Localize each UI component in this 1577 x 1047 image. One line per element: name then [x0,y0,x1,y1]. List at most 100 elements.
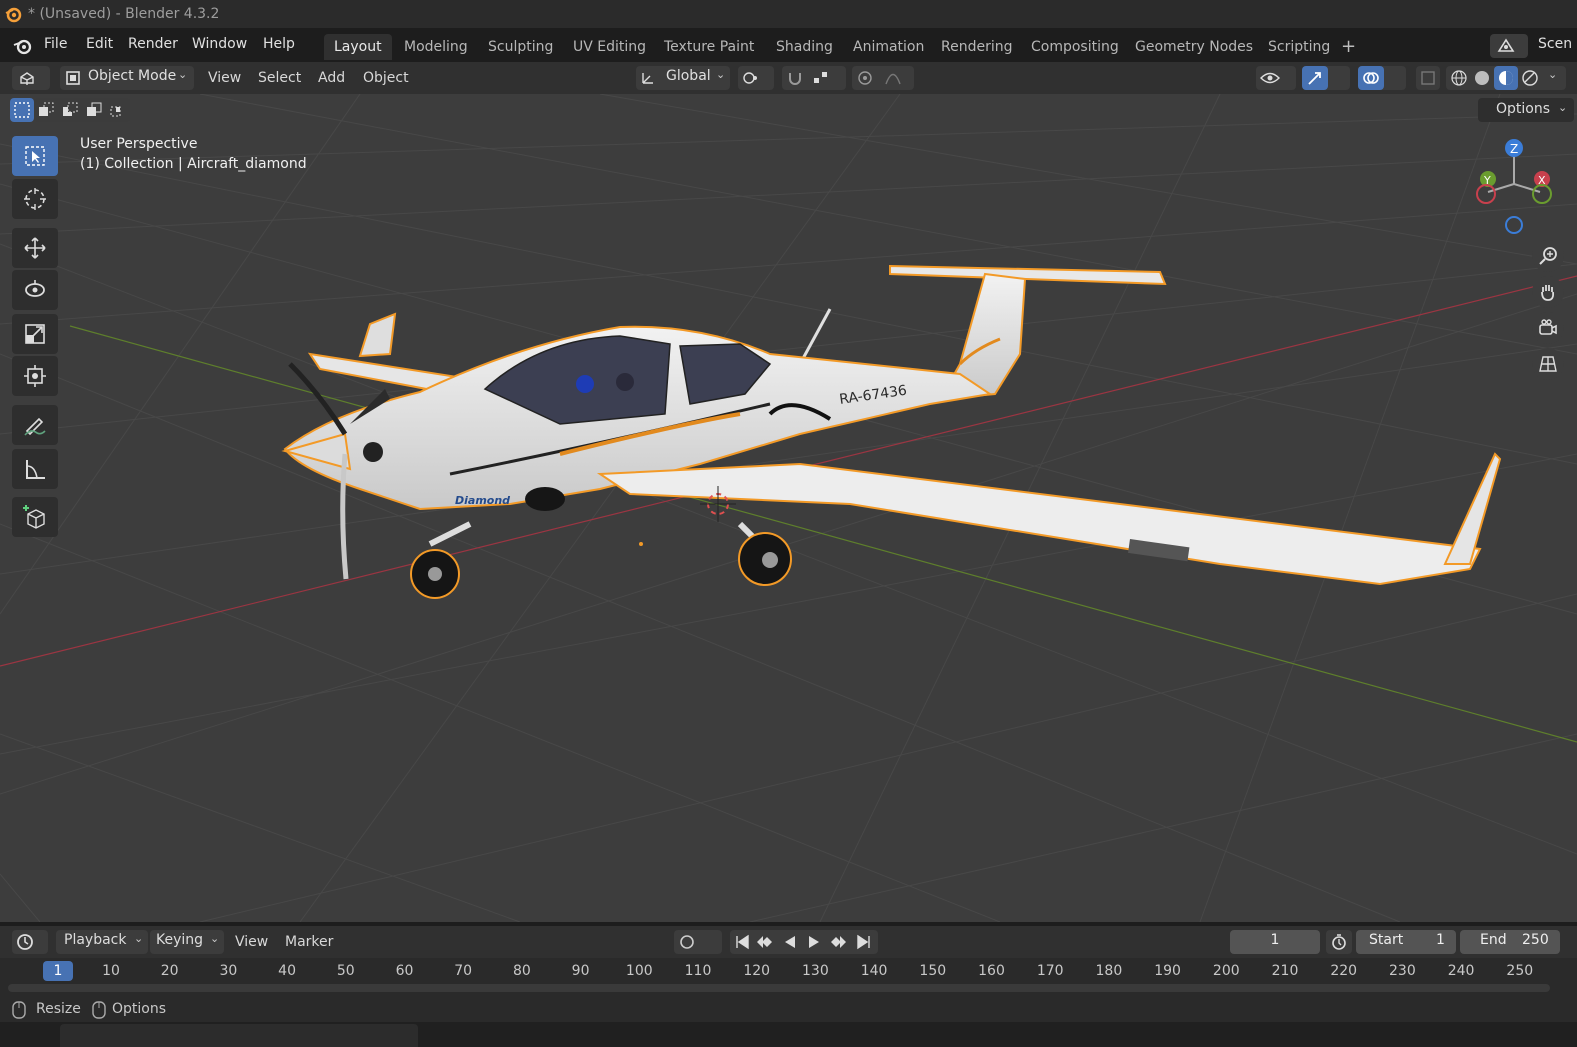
rendered-shading-icon[interactable] [1521,69,1539,87]
editor-type-button[interactable] [12,66,50,90]
select-intersect-icon[interactable] [110,102,126,118]
annotate-tool[interactable] [12,405,58,445]
end-frame-value: 250 [1522,932,1549,948]
timeline-scrollbar[interactable] [8,984,1550,992]
frame-tick: 70 [454,963,473,979]
timeline-editor-type-button[interactable] [12,930,48,954]
play-icon[interactable] [806,934,822,950]
snap-button[interactable] [782,66,846,90]
tab-animation[interactable]: Animation [843,34,934,60]
menu-help[interactable]: Help [263,36,295,52]
frame-tick: 20 [160,963,179,979]
rotate-tool[interactable] [12,270,58,310]
select-extend-icon[interactable] [38,102,54,118]
add-workspace-icon[interactable]: + [1341,36,1356,57]
options-dropdown[interactable]: Options ⌄ [1478,98,1574,122]
proportional-editing-button[interactable] [852,66,914,90]
tab-texture-paint[interactable]: Texture Paint [654,34,764,60]
tab-rendering[interactable]: Rendering [931,34,1023,60]
auto-keying-button[interactable] [674,930,722,954]
measure-tool[interactable] [12,449,58,489]
scene-name[interactable]: Scen [1538,36,1572,52]
chevron-down-icon: ⌄ [210,932,220,945]
timeline-menu-view[interactable]: View [235,931,268,953]
aircraft-brand-label: Diamond [455,494,510,507]
keying-menu[interactable]: Keying ⌄ [150,930,224,954]
viewport-menu-view[interactable]: View [208,67,241,89]
jump-to-keyframe-forward-icon[interactable] [828,934,848,950]
frame-tick: 1 [53,963,63,979]
camera-view-button[interactable] [1532,312,1564,344]
select-new-button[interactable] [10,98,34,122]
play-reverse-icon[interactable] [782,934,798,950]
scale-tool[interactable] [12,314,58,354]
taskbar-search[interactable] [60,1024,418,1047]
tab-uv-editing[interactable]: UV Editing [563,34,656,60]
viewport-menu-add[interactable]: Add [318,67,345,89]
navigation-gizmo[interactable]: Z Y X [1470,134,1570,234]
jump-to-start-icon[interactable] [734,934,750,950]
options-label: Options [1496,101,1551,117]
frame-tick: 90 [571,963,590,979]
add-cube-tool[interactable] [12,497,58,537]
select-mode-options [34,98,130,122]
material-preview-icon[interactable] [1497,69,1515,87]
pan-button[interactable] [1532,276,1564,308]
xray-toggle-button[interactable] [1416,66,1440,90]
tab-modeling[interactable]: Modeling [394,34,478,60]
viewport-menu-object[interactable]: Object [363,67,409,89]
tab-layout[interactable]: Layout [324,34,392,60]
menu-edit[interactable]: Edit [86,36,113,52]
transform-orientation-dropdown[interactable]: Global ⌄ [636,66,730,90]
tab-shading[interactable]: Shading [766,34,843,60]
current-frame-value: 1 [1270,932,1280,948]
move-tool[interactable] [12,228,58,268]
pivot-point-button[interactable] [738,66,774,90]
visibility-dropdown[interactable] [1256,66,1296,90]
rotate-icon [25,280,45,297]
tab-geometry-nodes[interactable]: Geometry Nodes [1125,34,1263,60]
view-perspective-label: User Perspective [80,136,198,152]
select-invert-icon[interactable] [86,102,102,118]
frame-tick: 160 [978,963,1005,979]
frame-tick: 30 [219,963,238,979]
aircraft-model[interactable]: RA-67436 Diamond [0,94,1577,922]
jump-to-end-icon[interactable] [856,934,872,950]
cursor-tool[interactable] [12,179,58,219]
select-box-tool[interactable] [12,136,58,176]
wireframe-shading-icon[interactable] [1450,69,1468,87]
tab-compositing[interactable]: Compositing [1021,34,1129,60]
viewport-menu-select[interactable]: Select [258,67,301,89]
start-frame-field[interactable]: Start 1 [1356,930,1456,954]
frame-tick: 220 [1330,963,1358,979]
gizmo-toggle-button[interactable] [1302,66,1350,90]
menu-render[interactable]: Render [128,36,178,52]
solid-shading-icon[interactable] [1473,69,1491,87]
preview-range-button[interactable] [1326,930,1352,954]
end-frame-field[interactable]: End 250 [1460,930,1560,954]
timeline-menu-marker[interactable]: Marker [285,931,333,953]
frame-tick: 10 [102,963,120,979]
playback-label: Playback [64,932,127,948]
blender-menu-icon[interactable] [12,36,34,56]
select-subtract-icon[interactable] [62,102,78,118]
mode-selector[interactable]: Object Mode ⌄ [60,66,194,90]
menu-file[interactable]: File [44,36,67,52]
select-cursor-icon [25,146,45,166]
playback-controls [730,930,878,954]
3d-viewport[interactable]: RA-67436 Diamond User Perspective (1) Co… [0,94,1577,922]
current-frame-field[interactable]: 1 [1230,930,1320,954]
transform-tool[interactable] [12,356,58,396]
xray-icon [1421,71,1435,85]
playback-menu[interactable]: Playback ⌄ [56,930,148,954]
tab-scripting[interactable]: Scripting [1258,34,1340,60]
perspective-toggle-button[interactable] [1532,348,1564,380]
chevron-down-icon[interactable]: ⌄ [1548,68,1557,81]
scene-selector-button[interactable] [1490,34,1528,58]
zoom-button[interactable] [1532,240,1564,272]
overlays-toggle-button[interactable] [1358,66,1406,90]
tab-sculpting[interactable]: Sculpting [478,34,563,60]
menu-window[interactable]: Window [192,36,247,52]
jump-to-keyframe-back-icon[interactable] [755,934,775,950]
clock-icon [17,934,33,950]
